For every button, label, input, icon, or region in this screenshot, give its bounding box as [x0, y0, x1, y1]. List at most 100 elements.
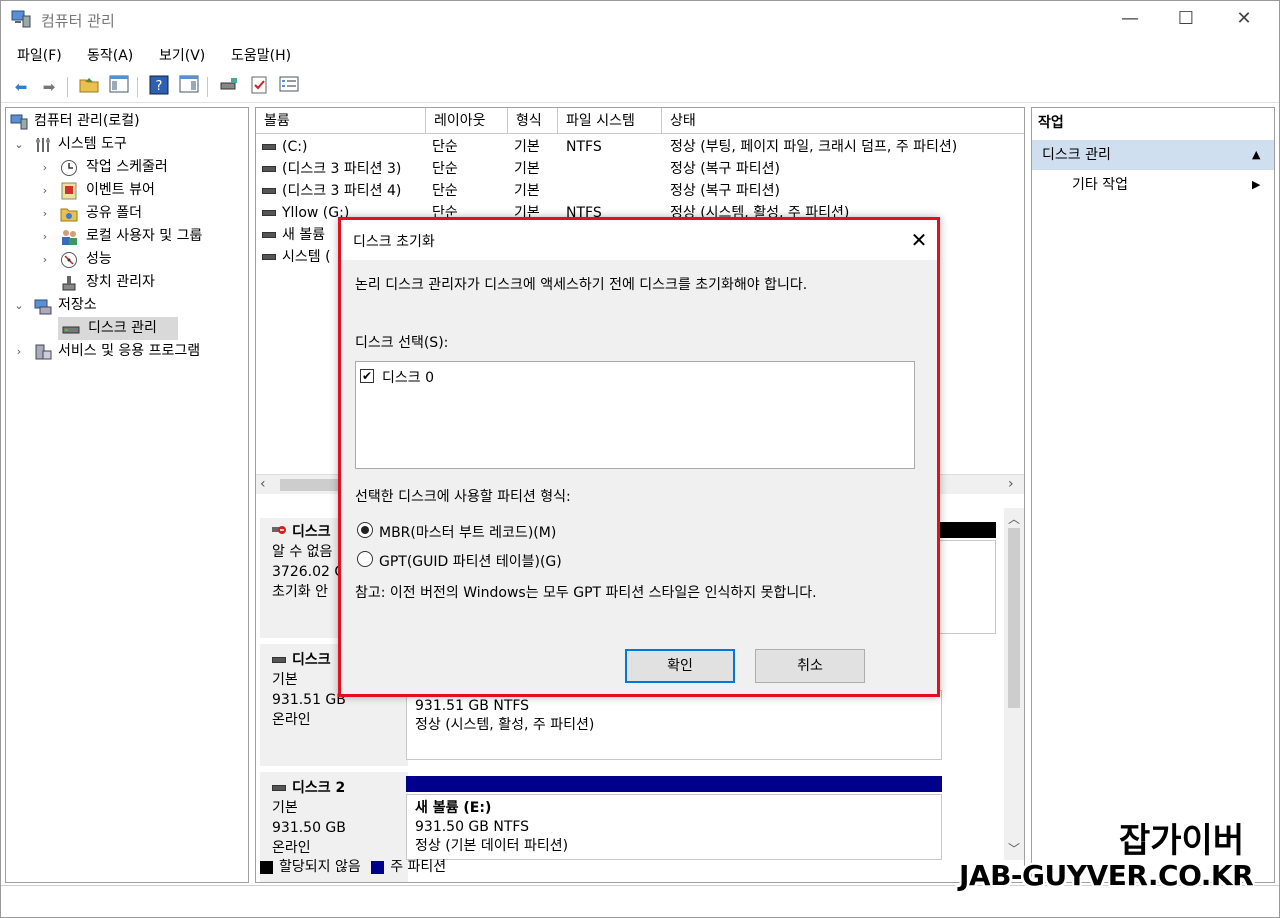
chevron-right-icon[interactable]: › — [38, 202, 52, 225]
storage-icon — [34, 297, 52, 315]
column-header-layout[interactable]: 레이아웃 — [426, 108, 508, 134]
disk-list-item[interactable]: ✔ 디스크 0 — [360, 366, 560, 386]
users-icon — [60, 228, 78, 246]
dialog-title-bar: 디스크 초기화 ✕ — [341, 220, 937, 260]
volume-icon — [262, 188, 276, 194]
help-icon[interactable]: ? — [147, 75, 171, 99]
mbr-option[interactable]: MBR(마스터 부트 레코드)(M) — [355, 520, 655, 542]
dialog-close-icon[interactable]: ✕ — [905, 226, 933, 254]
gpt-option[interactable]: GPT(GUID 파티션 테이블)(G) — [355, 549, 655, 571]
disk-select-list[interactable]: ✔ 디스크 0 — [355, 361, 915, 469]
volume-icon — [262, 232, 276, 238]
tree-item-computer-management[interactable]: 컴퓨터 관리(로컬) — [6, 110, 246, 133]
tree-item-performance[interactable]: › 성능 — [6, 248, 246, 271]
table-row[interactable]: (디스크 3 파티션 3) 단순 기본 정상 (복구 파티션) — [256, 158, 1024, 180]
menu-view[interactable]: 보기(V) — [159, 45, 205, 65]
column-header-file-system[interactable]: 파일 시스템 — [558, 108, 662, 134]
partition-box[interactable]: 931.51 GB NTFS 정상 (시스템, 활성, 주 파티션) — [406, 690, 942, 760]
legend: 할당되지 않음 주 파티션 — [260, 856, 446, 878]
tree-item-task-scheduler[interactable]: › 작업 스케줄러 — [6, 156, 246, 179]
action-more-actions[interactable]: 기타 작업 — [1072, 172, 1128, 198]
tree-item-local-users[interactable]: › 로컬 사용자 및 그룹 — [6, 225, 246, 248]
tree-item-system-tools[interactable]: ⌄ 시스템 도구 — [6, 133, 246, 156]
scroll-left-icon[interactable]: ‹ — [260, 476, 266, 492]
gpt-radio[interactable] — [357, 551, 373, 567]
scroll-down-icon[interactable]: ﹀ — [1008, 840, 1020, 857]
volume-icon — [262, 254, 276, 260]
back-arrow-icon[interactable]: ⬅ — [9, 75, 33, 99]
collapse-icon[interactable]: ▲ — [1252, 140, 1260, 170]
up-folder-icon[interactable] — [77, 75, 101, 99]
column-header-volume[interactable]: 볼륨 — [256, 108, 426, 134]
tree-item-label: 디스크 관리 — [88, 320, 157, 336]
cell-layout: 단순 — [432, 139, 458, 155]
chevron-right-icon[interactable]: › — [38, 179, 52, 202]
disk-name: 디스크 — [292, 652, 331, 668]
column-header-status[interactable]: 상태 — [662, 108, 1024, 134]
disk-name: 디스크 2 — [292, 780, 346, 796]
disk-drive-icon — [272, 785, 286, 791]
scroll-right-icon[interactable]: › — [1008, 476, 1014, 492]
tree-item-services[interactable]: › 서비스 및 응용 프로그램 — [6, 340, 246, 363]
show-hide-action-pane-icon[interactable] — [177, 75, 201, 99]
connect-disk-icon[interactable] — [217, 75, 241, 99]
gpt-label: GPT(GUID 파티션 테이블)(G) — [379, 554, 562, 570]
tree-item-label: 저장소 — [58, 297, 97, 313]
tree-item-disk-management[interactable]: 디스크 관리 — [58, 317, 178, 340]
partition-status: 정상 (기본 데이터 파티션) — [415, 838, 569, 854]
disk-size: 931.50 GB — [272, 820, 346, 836]
checklist-icon[interactable] — [247, 75, 271, 99]
table-row[interactable]: (디스크 3 파티션 4) 단순 기본 정상 (복구 파티션) — [256, 180, 1024, 202]
partition-box[interactable]: 새 볼륨 (E:) 931.50 GB NTFS 정상 (기본 데이터 파티션) — [406, 794, 942, 860]
cell-volume: 시스템 ( — [282, 249, 331, 265]
cell-layout: 단순 — [432, 161, 458, 177]
table-row[interactable]: (C:) 단순 기본 NTFS 정상 (부팅, 페이지 파일, 크래시 덤프, … — [256, 136, 1024, 158]
tree-item-label: 로컬 사용자 및 그룹 — [86, 228, 203, 244]
tree-item-label: 장치 관리자 — [86, 274, 155, 290]
chevron-right-icon[interactable]: › — [38, 156, 52, 179]
partition-size: 931.51 GB NTFS — [415, 698, 530, 714]
toolbar: ⬅ ➡ ? — [1, 71, 1279, 103]
chevron-down-icon[interactable]: ⌄ — [12, 133, 26, 156]
tree-item-storage[interactable]: ⌄ 저장소 — [6, 294, 246, 317]
disk-0-checkbox[interactable]: ✔ — [360, 369, 374, 383]
menu-action[interactable]: 동작(A) — [87, 45, 133, 65]
title-bar: 컴퓨터 관리 — ☐ ✕ — [1, 1, 1279, 37]
action-group-disk-management[interactable]: 디스크 관리 ▲ — [1032, 140, 1274, 170]
vertical-scrollbar[interactable]: ︿ ﹀ — [1004, 508, 1024, 860]
cancel-button[interactable]: 취소 — [755, 649, 865, 683]
chevron-down-icon[interactable]: ⌄ — [12, 294, 26, 317]
toolbar-separator — [67, 77, 68, 97]
column-header-type[interactable]: 형식 — [508, 108, 558, 134]
scroll-thumb[interactable] — [1008, 528, 1020, 708]
primary-swatch — [371, 860, 385, 874]
volume-icon — [262, 210, 276, 216]
toolbar-separator — [207, 77, 208, 97]
forward-arrow-icon[interactable]: ➡ — [37, 75, 61, 99]
disk-type: 기본 — [272, 800, 298, 816]
scroll-up-icon[interactable]: ︿ — [1008, 510, 1020, 527]
cell-layout: 단순 — [432, 183, 458, 199]
action-group-label: 디스크 관리 — [1042, 147, 1111, 163]
mbr-label: MBR(마스터 부트 레코드)(M) — [379, 525, 557, 541]
disk-select-label: 디스크 선택(S): — [355, 335, 449, 351]
chevron-right-icon[interactable]: › — [38, 248, 52, 271]
show-hide-console-tree-icon[interactable] — [107, 75, 131, 99]
mbr-radio[interactable] — [357, 522, 373, 538]
tree-item-device-manager[interactable]: 장치 관리자 — [6, 271, 246, 294]
chevron-right-icon[interactable]: › — [38, 225, 52, 248]
properties-icon[interactable] — [277, 75, 301, 99]
ok-button[interactable]: 확인 — [625, 649, 735, 683]
maximize-button[interactable]: ☐ — [1157, 1, 1215, 37]
cell-file-system: NTFS — [566, 139, 602, 155]
submenu-arrow-icon[interactable]: ▶ — [1252, 178, 1260, 191]
chevron-right-icon[interactable]: › — [12, 340, 26, 363]
cell-type: 기본 — [514, 183, 540, 199]
close-button[interactable]: ✕ — [1215, 1, 1273, 37]
minimize-button[interactable]: — — [1101, 1, 1159, 37]
tree-item-shared-folders[interactable]: › 공유 폴더 — [6, 202, 246, 225]
tree-item-event-viewer[interactable]: › 이벤트 뷰어 — [6, 179, 246, 202]
menu-help[interactable]: 도움말(H) — [231, 45, 291, 65]
primary-partition-bar — [406, 776, 942, 792]
menu-file[interactable]: 파일(F) — [17, 45, 62, 65]
